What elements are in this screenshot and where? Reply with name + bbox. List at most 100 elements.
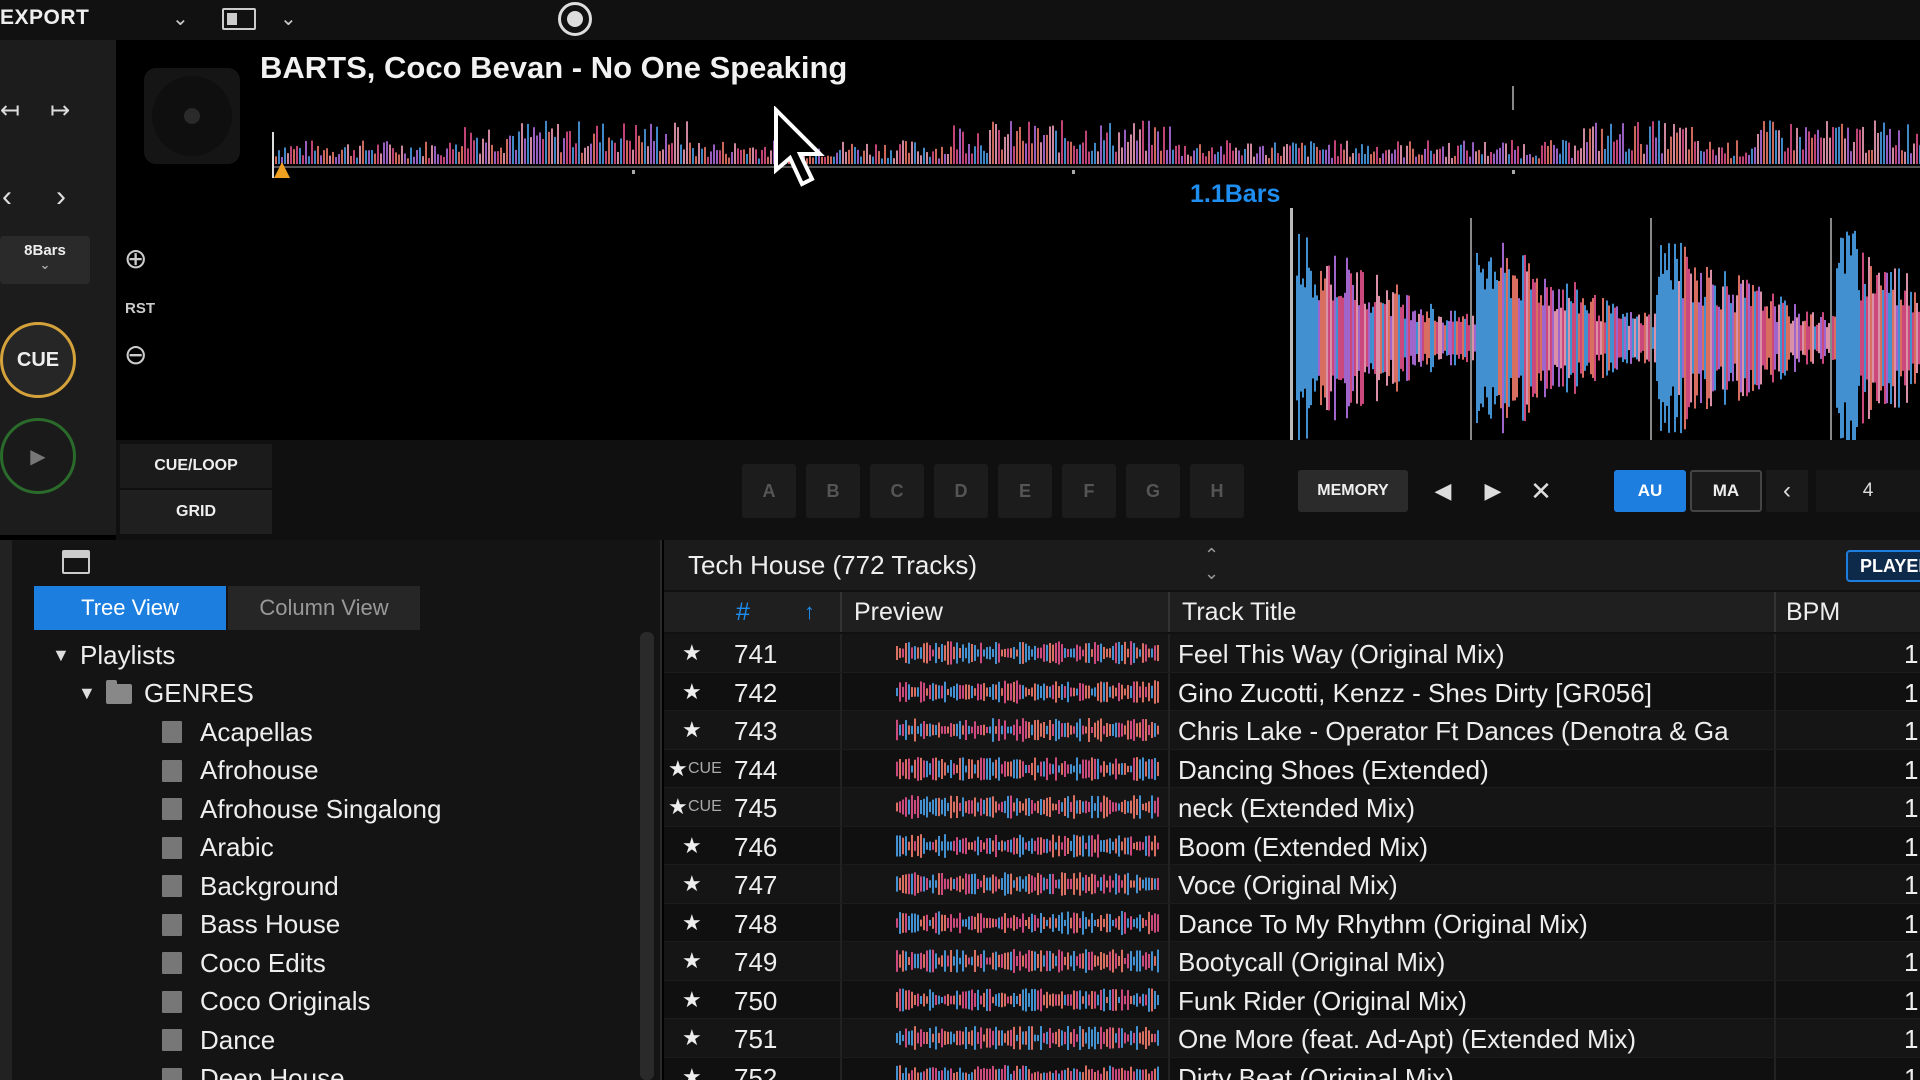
- tree-item-genres[interactable]: ▼ GENRES: [52, 675, 642, 714]
- table-row[interactable]: ★ 751 One More (feat. Ad-Apt) (Extended Mi…: [664, 1019, 1920, 1058]
- play-button[interactable]: ▶: [0, 418, 76, 494]
- table-row[interactable]: ★ 748 Dance To My Rhythm (Original Mix) 1: [664, 903, 1920, 942]
- export-mode-label[interactable]: EXPORT: [0, 6, 89, 30]
- sort-arrow-up-icon[interactable]: ↑: [804, 592, 815, 632]
- row-preview-waveform[interactable]: [896, 794, 1160, 820]
- beat-jump-back-icon[interactable]: ‹: [2, 180, 12, 214]
- memory-delete-icon[interactable]: ✕: [1520, 470, 1562, 512]
- table-row[interactable]: ★ 750 Funk Rider (Original Mix) 1: [664, 980, 1920, 1019]
- row-preview-waveform[interactable]: [896, 910, 1160, 936]
- row-preview-waveform[interactable]: [896, 948, 1160, 974]
- panel-toggle-icon[interactable]: [62, 550, 90, 574]
- tree-scrollbar[interactable]: [640, 632, 654, 1080]
- chevron-down-icon[interactable]: ⌄: [172, 6, 189, 31]
- row-preview-waveform[interactable]: [896, 717, 1160, 743]
- chevron-left-icon[interactable]: ‹: [1766, 470, 1808, 512]
- sort-updown-icon[interactable]: ⌃ ⌄: [1204, 546, 1219, 582]
- tab-grid[interactable]: GRID: [120, 490, 272, 534]
- column-header-number[interactable]: #: [736, 592, 750, 632]
- star-icon[interactable]: ★: [682, 871, 702, 897]
- star-icon[interactable]: ★: [682, 987, 702, 1013]
- tree-item-playlist[interactable]: Coco Originals: [52, 983, 642, 1022]
- chevron-down-icon[interactable]: ⌄: [280, 6, 297, 31]
- memory-prev-icon[interactable]: ◀: [1422, 470, 1464, 512]
- row-preview-waveform[interactable]: [896, 756, 1160, 782]
- hot-cue-a[interactable]: A: [742, 464, 796, 518]
- loop-in-icon[interactable]: ↤: [0, 96, 20, 125]
- column-header-preview[interactable]: Preview: [854, 592, 943, 632]
- au-button[interactable]: AU: [1614, 470, 1686, 512]
- zoomed-waveform[interactable]: [1290, 208, 1920, 478]
- row-preview-waveform[interactable]: [896, 1025, 1160, 1051]
- expand-arrow-icon[interactable]: ▼: [78, 683, 106, 704]
- tree-item-playlists[interactable]: ▼ Playlists: [52, 636, 642, 675]
- table-row[interactable]: ★ 752 Dirty Beat (Original Mix) 1: [664, 1057, 1920, 1080]
- tree-item-playlist[interactable]: Dance: [52, 1021, 642, 1060]
- star-icon[interactable]: ★: [682, 1064, 702, 1080]
- star-icon[interactable]: ★: [682, 1025, 702, 1051]
- table-row[interactable]: ★ CUE 745 neck (Extended Mix) 1: [664, 788, 1920, 827]
- table-row[interactable]: ★ 742 Gino Zucotti, Kenzz - Shes Dirty [GR…: [664, 672, 1920, 711]
- tab-cue-loop[interactable]: CUE/LOOP: [120, 444, 272, 488]
- row-preview-waveform[interactable]: [896, 1064, 1160, 1080]
- hot-cue-d[interactable]: D: [934, 464, 988, 518]
- zoom-out-icon[interactable]: ⊖: [124, 338, 147, 371]
- cue-button[interactable]: CUE: [0, 322, 76, 398]
- star-icon[interactable]: ★: [682, 948, 702, 974]
- beat-jump-forward-icon[interactable]: ›: [56, 180, 66, 214]
- tree-item-playlist[interactable]: Afrohouse Singalong: [52, 790, 642, 829]
- zoom-in-icon[interactable]: ⊕: [124, 242, 147, 275]
- row-preview-waveform[interactable]: [896, 871, 1160, 897]
- star-icon[interactable]: ★: [682, 833, 702, 859]
- column-divider[interactable]: [1168, 592, 1170, 632]
- tab-tree-view[interactable]: Tree View: [34, 586, 226, 630]
- row-preview-waveform[interactable]: [896, 679, 1160, 705]
- row-preview-waveform[interactable]: [896, 833, 1160, 859]
- table-row[interactable]: ★ CUE 744 Dancing Shoes (Extended) 1: [664, 749, 1920, 788]
- table-row[interactable]: ★ 743 Chris Lake - Operator Ft Dances (Den…: [664, 711, 1920, 750]
- screen-layout-icon[interactable]: [222, 8, 256, 30]
- zoom-reset-button[interactable]: RST: [125, 300, 155, 317]
- star-icon[interactable]: ★: [682, 640, 702, 666]
- column-divider[interactable]: [840, 592, 842, 632]
- tree-item-playlist[interactable]: Afrohouse: [52, 752, 642, 791]
- hot-cue-h[interactable]: H: [1190, 464, 1244, 518]
- jog-disc-icon[interactable]: [144, 68, 240, 164]
- tree-item-playlist[interactable]: Deep House: [52, 1060, 642, 1080]
- ma-button[interactable]: MA: [1690, 470, 1762, 512]
- row-preview-waveform[interactable]: [896, 640, 1160, 666]
- tree-item-playlist[interactable]: Background: [52, 867, 642, 906]
- column-divider[interactable]: [1774, 592, 1776, 632]
- tree-item-playlist[interactable]: Bass House: [52, 906, 642, 945]
- column-header-bpm[interactable]: BPM: [1786, 592, 1840, 632]
- tree-item-playlist[interactable]: Acapellas: [52, 713, 642, 752]
- table-row[interactable]: ★ 749 Bootycall (Original Mix) 1: [664, 942, 1920, 981]
- overview-waveform[interactable]: [272, 86, 1920, 198]
- hot-cue-f[interactable]: F: [1062, 464, 1116, 518]
- row-preview-waveform[interactable]: [896, 987, 1160, 1013]
- table-row[interactable]: ★ 741 Feel This Way (Original Mix) 1: [664, 634, 1920, 673]
- column-header-track-title[interactable]: Track Title: [1182, 592, 1296, 632]
- hot-cue-g[interactable]: G: [1126, 464, 1180, 518]
- hot-cue-b[interactable]: B: [806, 464, 860, 518]
- player-button[interactable]: PLAYER: [1846, 550, 1920, 582]
- record-icon[interactable]: [558, 2, 592, 36]
- hot-cue-c[interactable]: C: [870, 464, 924, 518]
- star-icon[interactable]: ★: [682, 717, 702, 743]
- expand-arrow-icon[interactable]: ▼: [52, 645, 80, 666]
- star-icon[interactable]: ★: [668, 756, 688, 782]
- table-row[interactable]: ★ 747 Voce (Original Mix) 1: [664, 865, 1920, 904]
- star-icon[interactable]: ★: [682, 910, 702, 936]
- memory-button[interactable]: MEMORY: [1298, 470, 1408, 512]
- beat-jump-select[interactable]: 8Bars ⌄: [0, 236, 90, 284]
- star-icon[interactable]: ★: [682, 679, 702, 705]
- table-row[interactable]: ★ 746 Boom (Extended Mix) 1: [664, 826, 1920, 865]
- star-icon[interactable]: ★: [668, 794, 688, 820]
- loop-out-icon[interactable]: ↦: [50, 96, 70, 125]
- memory-next-icon[interactable]: ▶: [1472, 470, 1514, 512]
- tree-item-playlist[interactable]: Coco Edits: [52, 944, 642, 983]
- tab-column-view[interactable]: Column View: [228, 586, 420, 630]
- tree-item-playlist[interactable]: Arabic: [52, 829, 642, 868]
- hot-cue-e[interactable]: E: [998, 464, 1052, 518]
- playlist-icon: [162, 1067, 182, 1080]
